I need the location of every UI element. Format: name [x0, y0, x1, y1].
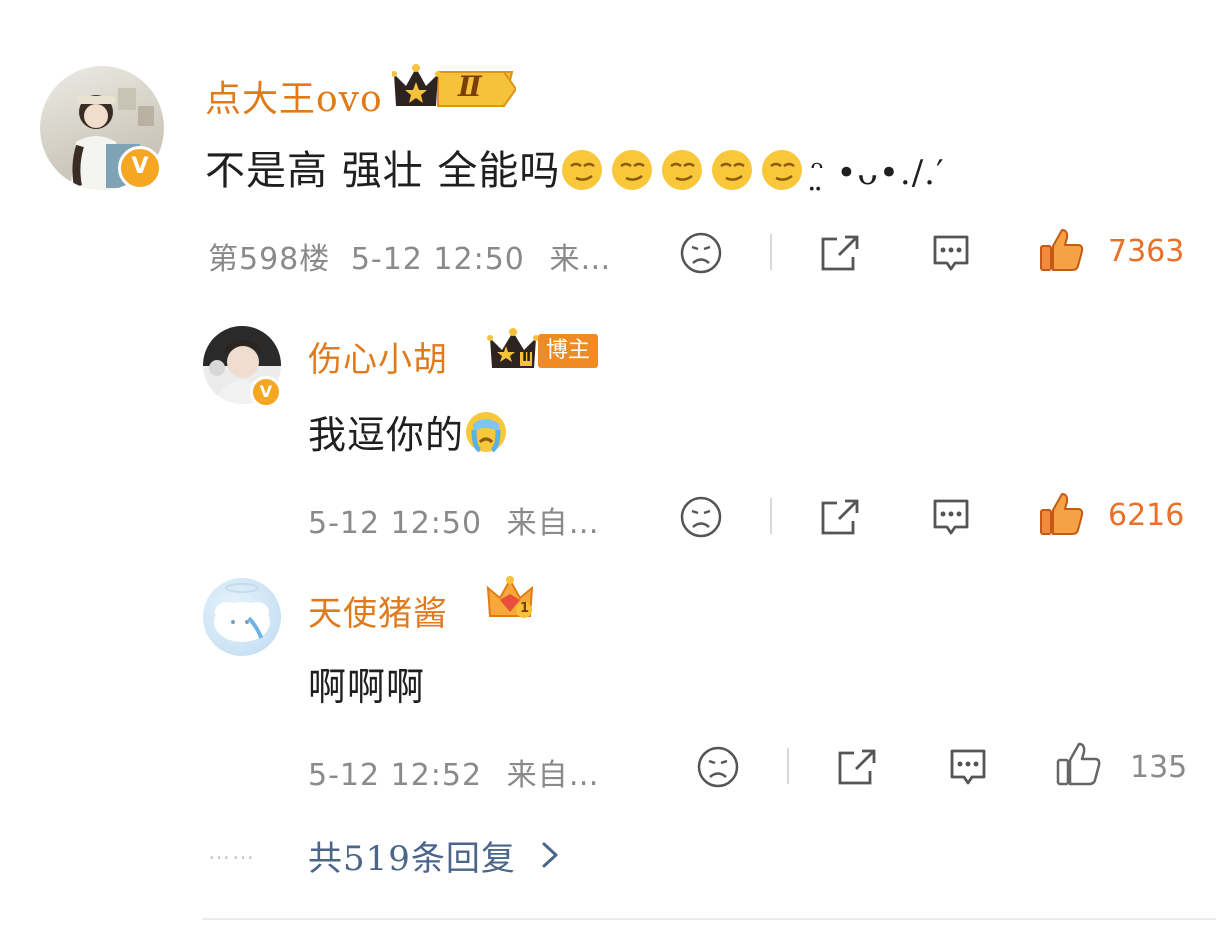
comment-text-suffix: ᵔ̤ •ᴗ•./.′ [810, 153, 945, 193]
like-button[interactable] [1055, 740, 1103, 788]
avatar-image [214, 583, 270, 642]
comment-button[interactable] [928, 494, 974, 540]
source-label: 来… [549, 242, 612, 277]
crying-emoji-icon [464, 412, 514, 457]
dislike-button[interactable] [695, 744, 741, 790]
bottom-divider [202, 918, 1216, 920]
reply-meta: 5-12 12:52 来自… [308, 750, 600, 794]
like-count: 135 [1130, 750, 1188, 785]
source-label: 来自… [506, 506, 600, 541]
level-number: Ⅱ [522, 349, 532, 365]
share-icon [821, 499, 859, 535]
comment-meta: 第598楼 5-12 12:50 来… [208, 234, 611, 278]
crown-level-badge: Ⅱ [486, 328, 542, 376]
action-separator [770, 234, 772, 270]
comment-icon [950, 749, 986, 785]
share-button[interactable] [818, 494, 864, 540]
share-button[interactable] [818, 230, 864, 276]
reply-meta: 5-12 12:50 来自… [308, 498, 600, 542]
comment-button[interactable] [945, 744, 991, 790]
footer-dots: …… [208, 840, 256, 865]
comment-text: 不是高 强壮 全能吗 ᵔ̤ •ᴗ•./.′ [205, 138, 945, 196]
username[interactable]: 点大王ovo [205, 70, 383, 122]
share-icon [838, 749, 876, 785]
reply-text-content: 我逗你的 [308, 413, 465, 457]
reply-text: 我逗你的 [308, 404, 514, 459]
crown-level-badge: 1 [486, 574, 534, 626]
like-thumb-icon [1056, 742, 1101, 786]
reply-text: 啊啊啊 [308, 665, 426, 709]
comment-icon [933, 499, 969, 535]
floor-number: 第598楼 [208, 242, 331, 277]
share-icon [821, 235, 859, 271]
like-count: 7363 [1108, 234, 1185, 269]
level-number: Ⅱ [458, 70, 482, 103]
comment-button[interactable] [928, 230, 974, 276]
avatar[interactable] [203, 578, 281, 656]
share-button[interactable] [835, 744, 881, 790]
timestamp: 5-12 12:50 [308, 506, 483, 541]
verified-badge-icon: V [250, 376, 282, 408]
like-thumb-icon [1040, 493, 1084, 535]
dislike-button[interactable] [678, 494, 724, 540]
chevron-right-icon [542, 842, 558, 868]
dislike-face-icon [680, 232, 722, 274]
verified-badge-icon: V [118, 146, 162, 190]
level-number: 1 [520, 601, 530, 616]
comment-text-prefix: 不是高 强壮 全能吗 [205, 148, 561, 194]
dislike-button[interactable] [678, 230, 724, 276]
like-button[interactable] [1038, 490, 1086, 538]
more-replies-label: 共519条回复 [308, 838, 516, 879]
username[interactable]: 伤心小胡 [308, 332, 448, 381]
timestamp: 5-12 12:50 [350, 242, 525, 277]
timestamp: 5-12 12:52 [308, 758, 483, 793]
crown-level-badge: Ⅱ [391, 62, 518, 116]
blogger-badge: 博主 [538, 334, 598, 368]
dislike-face-icon [697, 746, 739, 788]
like-button[interactable] [1038, 226, 1086, 274]
more-replies-link[interactable]: 共519条回复 [308, 832, 564, 879]
username[interactable]: 天使猪酱 [308, 586, 448, 635]
source-label: 来自… [506, 758, 600, 793]
dislike-face-icon [680, 496, 722, 538]
comment-icon [933, 235, 969, 271]
smirk-emoji-icon [560, 148, 810, 194]
like-count: 6216 [1108, 498, 1185, 533]
like-thumb-icon [1040, 229, 1084, 271]
action-separator [770, 498, 772, 534]
action-separator [787, 748, 789, 784]
